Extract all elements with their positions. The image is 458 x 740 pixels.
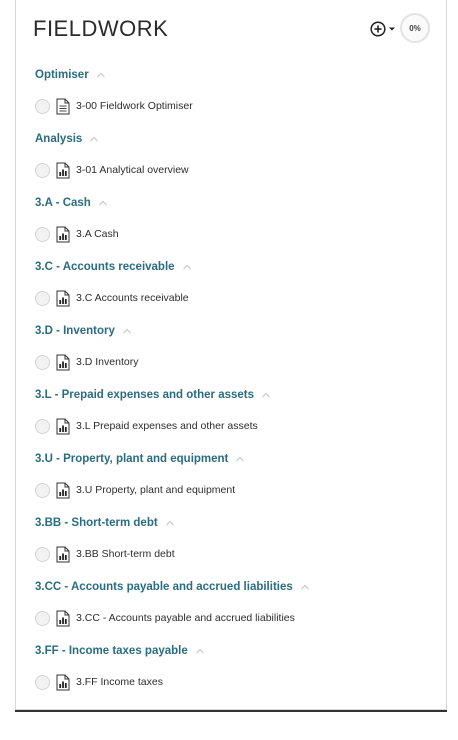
list-item-link[interactable]: 3-01 Analytical overview xyxy=(76,164,189,176)
section-heading-label: 3.FF - Income taxes payable xyxy=(35,645,188,657)
section: 3.BB - Short-term debt 3.BB Short-term de… xyxy=(16,508,446,572)
bottom-divider xyxy=(15,710,447,712)
list-item: 3.C Accounts receivable xyxy=(35,288,189,308)
list-item: 3.CC - Accounts payable and accrued liab… xyxy=(35,608,295,628)
chart-document-icon xyxy=(56,290,70,306)
completion-radio[interactable] xyxy=(35,162,50,178)
chevron-up-icon[interactable] xyxy=(96,71,106,79)
document-icon xyxy=(56,98,70,114)
progress-value: 0% xyxy=(409,23,421,33)
completion-radio[interactable] xyxy=(35,482,50,498)
list-item: 3.L Prepaid expenses and other assets xyxy=(35,416,258,436)
chart-document-icon xyxy=(56,226,70,242)
section: 3.L - Prepaid expenses and other assets 3… xyxy=(16,380,446,444)
list-item: 3.U Property, plant and equipment xyxy=(35,480,235,500)
section: 3.FF - Income taxes payable 3.FF Income t… xyxy=(16,636,446,700)
completion-radio[interactable] xyxy=(35,290,50,306)
completion-radio[interactable] xyxy=(35,674,50,690)
panel-header: FIELDWORK 0% xyxy=(16,0,446,60)
section: 3.CC - Accounts payable and accrued liab… xyxy=(16,572,446,636)
section: Analysis 3-01 Analytical overview xyxy=(16,124,446,188)
list-item-link[interactable]: 3.U Property, plant and equipment xyxy=(76,484,235,496)
completion-radio[interactable] xyxy=(35,546,50,562)
section-heading-label: Analysis xyxy=(35,133,83,145)
section-heading[interactable]: 3.CC - Accounts payable and accrued liab… xyxy=(35,581,310,593)
chevron-up-icon[interactable] xyxy=(98,199,108,207)
list-item: 3.FF Income taxes xyxy=(35,672,163,692)
section-heading-label: 3.C - Accounts receivable xyxy=(35,261,175,273)
chevron-up-icon[interactable] xyxy=(261,391,271,399)
list-item: 3-01 Analytical overview xyxy=(35,160,189,180)
list-item-link[interactable]: 3.C Accounts receivable xyxy=(76,292,189,304)
completion-radio[interactable] xyxy=(35,354,50,370)
section: 3.D - Inventory 3.D Inventory xyxy=(16,316,446,380)
list-item-link[interactable]: 3.A Cash xyxy=(76,228,119,240)
section-heading[interactable]: 3.L - Prepaid expenses and other assets xyxy=(35,389,271,401)
list-item: 3-00 Fieldwork Optimiser xyxy=(35,96,193,116)
section-heading-label: Optimiser xyxy=(35,69,89,81)
fieldwork-panel: FIELDWORK 0% Optimiser 3-00 Fieldwork Opt… xyxy=(15,0,447,710)
caret-down-icon xyxy=(389,27,395,31)
section-heading[interactable]: 3.BB - Short-term debt xyxy=(35,517,175,529)
chevron-up-icon[interactable] xyxy=(89,135,99,143)
section-list: Optimiser 3-00 Fieldwork Optimiser Analysi… xyxy=(16,60,446,709)
list-item-link[interactable]: 3.CC - Accounts payable and accrued liab… xyxy=(76,612,295,624)
completion-radio[interactable] xyxy=(35,610,50,626)
list-item-link[interactable]: 3.L Prepaid expenses and other assets xyxy=(76,420,258,432)
page-title: FIELDWORK xyxy=(33,16,169,41)
section: 3.C - Accounts receivable 3.C Accounts re… xyxy=(16,252,446,316)
completion-radio[interactable] xyxy=(35,418,50,434)
section-heading[interactable]: 3.D - Inventory xyxy=(35,325,132,337)
list-item-link[interactable]: 3.D Inventory xyxy=(76,356,138,368)
section-heading[interactable]: Analysis xyxy=(35,133,99,145)
completion-radio[interactable] xyxy=(35,98,50,114)
section-heading[interactable]: Optimiser xyxy=(35,69,106,81)
section: 3.A - Cash 3.A Cash xyxy=(16,188,446,252)
chart-document-icon xyxy=(56,162,70,178)
chart-document-icon xyxy=(56,674,70,690)
chart-document-icon xyxy=(56,482,70,498)
section-heading-label: 3.L - Prepaid expenses and other assets xyxy=(35,389,255,401)
section: 3.U - Property, plant and equipment 3.U P… xyxy=(16,444,446,508)
section-heading-label: 3.BB - Short-term debt xyxy=(35,517,158,529)
chevron-up-icon[interactable] xyxy=(122,327,132,335)
section-heading[interactable]: 3.FF - Income taxes payable xyxy=(35,645,205,657)
section-heading-label: 3.D - Inventory xyxy=(35,325,115,337)
section-heading-label: 3.A - Cash xyxy=(35,197,91,209)
chevron-up-icon[interactable] xyxy=(235,455,245,463)
chart-document-icon xyxy=(56,418,70,434)
list-item-link[interactable]: 3.FF Income taxes xyxy=(76,676,163,688)
list-item-link[interactable]: 3-00 Fieldwork Optimiser xyxy=(76,100,193,112)
list-item-link[interactable]: 3.BB Short-term debt xyxy=(76,548,175,560)
chevron-up-icon[interactable] xyxy=(165,519,175,527)
chart-document-icon xyxy=(56,546,70,562)
section: 3.KK - Long-term debt and other liabilit… xyxy=(16,700,446,709)
section-heading[interactable]: 3.A - Cash xyxy=(35,197,108,209)
section-heading-label: 3.U - Property, plant and equipment xyxy=(35,453,229,465)
list-item: 3.BB Short-term debt xyxy=(35,544,175,564)
completion-radio[interactable] xyxy=(35,226,50,242)
chevron-up-icon[interactable] xyxy=(182,263,192,271)
section-heading[interactable]: 3.C - Accounts receivable xyxy=(35,261,192,273)
section: Optimiser 3-00 Fieldwork Optimiser xyxy=(16,60,446,124)
section-heading[interactable]: 3.U - Property, plant and equipment xyxy=(35,453,245,465)
list-item: 3.D Inventory xyxy=(35,352,138,372)
chart-document-icon xyxy=(56,354,70,370)
add-dropdown-button[interactable] xyxy=(370,18,396,40)
plus-circle-icon xyxy=(370,21,386,37)
progress-indicator: 0% xyxy=(400,13,430,43)
list-item: 3.A Cash xyxy=(35,224,119,244)
chevron-up-icon[interactable] xyxy=(300,583,310,591)
chevron-up-icon[interactable] xyxy=(195,647,205,655)
section-heading-label: 3.CC - Accounts payable and accrued liab… xyxy=(35,581,293,593)
chart-document-icon xyxy=(56,610,70,626)
